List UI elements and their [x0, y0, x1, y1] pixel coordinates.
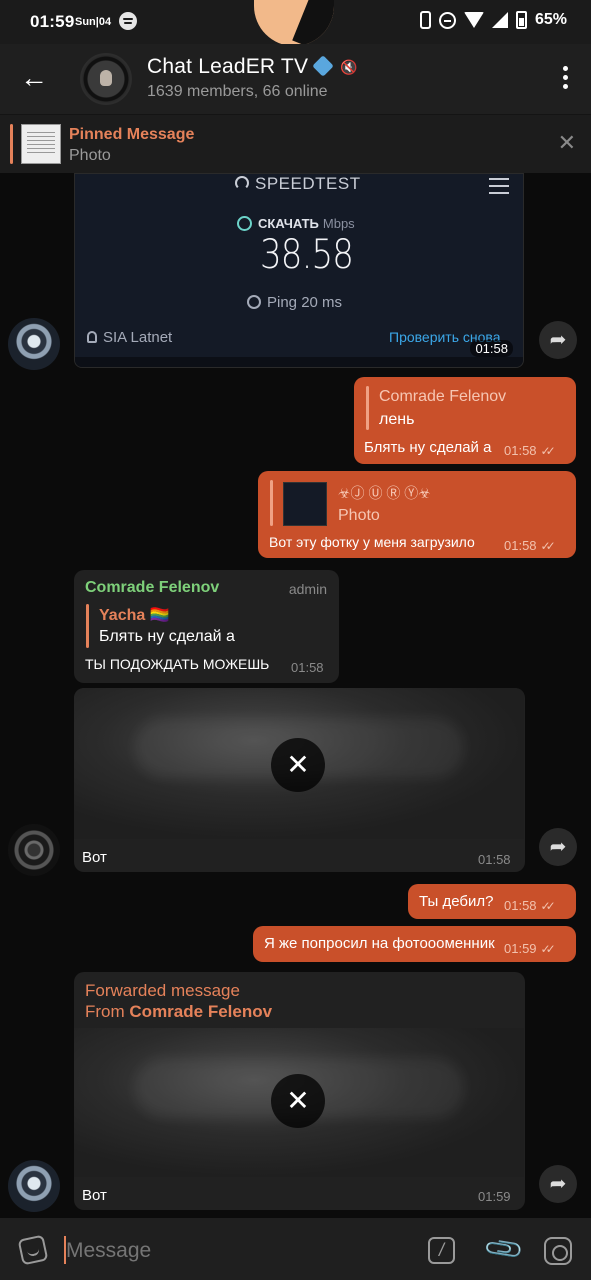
verified-icon [312, 55, 334, 77]
vibrate-icon [419, 11, 431, 29]
hamburger-icon [489, 178, 509, 199]
photo-message[interactable]: ✕ Вот 01:58 [74, 688, 525, 872]
message-bubble[interactable]: ☣Ⓙ Ⓤ Ⓡ Ⓨ☣ Photo Вот эту фотку у меня заг… [258, 471, 576, 558]
message-time: 01:59 [478, 1189, 511, 1204]
message-time: 01:58 [478, 852, 511, 867]
pinned-thumbnail [21, 124, 61, 164]
reply-sender: Yacha 🏳️‍🌈 [99, 607, 170, 624]
reply-sender: Comrade Felenov [379, 388, 507, 405]
status-date: Sun|04 [75, 16, 112, 28]
cancel-download-icon[interactable]: ✕ [271, 1074, 325, 1128]
message-input[interactable] [66, 1239, 396, 1263]
attach-icon[interactable]: 📎 [482, 1227, 527, 1272]
share-icon[interactable]: ➦ [539, 828, 577, 866]
spotify-icon [119, 12, 137, 30]
download-speed-value: 38.58 [260, 232, 354, 278]
message-text: Блять ну сделай а [364, 439, 492, 456]
do-not-disturb-icon [438, 11, 456, 29]
reply-text: Photo [338, 507, 380, 524]
reply-sender: ☣Ⓙ Ⓤ Ⓡ Ⓨ☣ [338, 485, 431, 501]
cell-signal-icon [491, 12, 508, 28]
message-text: Я же попросил на фотоооменник [264, 935, 495, 952]
message-bubble[interactable]: Ты дебил? 01:58 ✓✓ [408, 884, 576, 919]
chat-header: ← Chat LeadER TV 🔇 1639 members, 66 onlin… [0, 44, 591, 114]
forwarded-photo-message[interactable]: Forwarded message From Comrade Felenov ✕… [74, 972, 525, 1210]
message-time: 01:58 [291, 660, 324, 675]
message-time: 01:59 ✓✓ [504, 941, 556, 956]
bot-commands-icon[interactable]: / [428, 1237, 455, 1264]
battery-icon [515, 11, 527, 29]
message-text: Вот эту фотку у меня загрузило [269, 534, 475, 550]
avatar[interactable] [8, 824, 60, 876]
message-text: ТЫ ПОДОЖДАТЬ МОЖЕШЬ [85, 656, 270, 672]
speedtest-logo-icon [235, 176, 249, 190]
camera-icon[interactable] [544, 1237, 572, 1265]
reply-text: Блять ну сделай а [99, 628, 235, 645]
ping-icon [247, 295, 261, 309]
reply-thumbnail [283, 482, 327, 526]
message-time: 01:58 ✓✓ [504, 538, 556, 553]
share-icon[interactable]: ➦ [539, 1165, 577, 1203]
reply-bar [366, 386, 369, 430]
close-pinned-icon[interactable]: ✕ [558, 132, 576, 154]
photo-message-speedtest[interactable]: SPEEDTEST СКАЧАТЬ Mbps 38.58 Ping 20 ms S… [74, 173, 524, 368]
reply-bar [270, 480, 273, 526]
forwarded-from: From Comrade Felenov [85, 1002, 273, 1021]
channel-avatar[interactable] [80, 53, 132, 105]
pinned-accent-bar [10, 124, 13, 164]
photo-caption: Вот [82, 1187, 107, 1204]
status-bar: 01:59 Sun|04 65% [0, 0, 591, 46]
emoji-sticker-icon[interactable] [17, 1234, 49, 1266]
message-time: 01:58 [470, 340, 513, 357]
reply-bar [86, 604, 89, 648]
pinned-title: Pinned Message [69, 126, 195, 143]
isp-name: SIA Latnet [87, 329, 172, 346]
message-bubble[interactable]: Comrade Felenov лень Блять ну сделай а 0… [354, 377, 576, 464]
more-options-icon[interactable] [561, 66, 569, 92]
sender-name: Comrade Felenov [85, 579, 220, 596]
message-bubble[interactable]: Я же попросил на фотоооменник 01:59 ✓✓ [253, 926, 576, 962]
notch-image [254, 0, 334, 46]
muted-icon: 🔇 [340, 59, 358, 75]
chat-subtitle: 1639 members, 66 online [147, 83, 328, 100]
message-time: 01:58 ✓✓ [504, 898, 556, 913]
chat-title-text: Chat LeadER TV [147, 55, 309, 78]
battery-percent: 65% [534, 11, 567, 28]
download-icon [237, 216, 252, 231]
avatar[interactable] [8, 1160, 60, 1212]
admin-badge: admin [288, 581, 327, 597]
message-list[interactable]: SPEEDTEST СКАЧАТЬ Mbps 38.58 Ping 20 ms S… [0, 173, 591, 1218]
message-bubble[interactable]: Comrade Felenov admin Yacha 🏳️‍🌈 Блять н… [74, 570, 339, 683]
speedtest-brand: SPEEDTEST [235, 174, 361, 194]
chat-title[interactable]: Chat LeadER TV 🔇 [147, 55, 358, 79]
back-arrow-icon[interactable]: ← [20, 64, 50, 94]
pinned-message-bar[interactable]: Pinned Message Photo ✕ [0, 114, 591, 173]
pinned-subtitle: Photo [69, 147, 111, 164]
photo-caption: Вот [82, 849, 107, 866]
read-checks-icon: ✓✓ [540, 539, 556, 553]
read-checks-icon: ✓✓ [540, 444, 556, 458]
status-time: 01:59 [30, 12, 75, 31]
reply-text: лень [379, 411, 415, 428]
system-icons: 65% [419, 11, 567, 29]
read-checks-icon: ✓✓ [540, 899, 556, 913]
download-label: СКАЧАТЬ Mbps [237, 216, 355, 231]
share-icon[interactable]: ➦ [539, 321, 577, 359]
screenshot-nav-bar [75, 357, 523, 367]
user-icon [87, 331, 97, 343]
cancel-download-icon[interactable]: ✕ [271, 738, 325, 792]
wifi-icon [463, 12, 484, 28]
message-time: 01:58 ✓✓ [504, 443, 556, 458]
forwarded-label: Forwarded message [85, 981, 240, 1000]
read-checks-icon: ✓✓ [540, 942, 556, 956]
message-text: Ты дебил? [419, 893, 494, 910]
message-composer: / 📎 [0, 1218, 591, 1280]
ping-value: Ping 20 ms [247, 294, 342, 311]
avatar[interactable] [8, 318, 60, 370]
